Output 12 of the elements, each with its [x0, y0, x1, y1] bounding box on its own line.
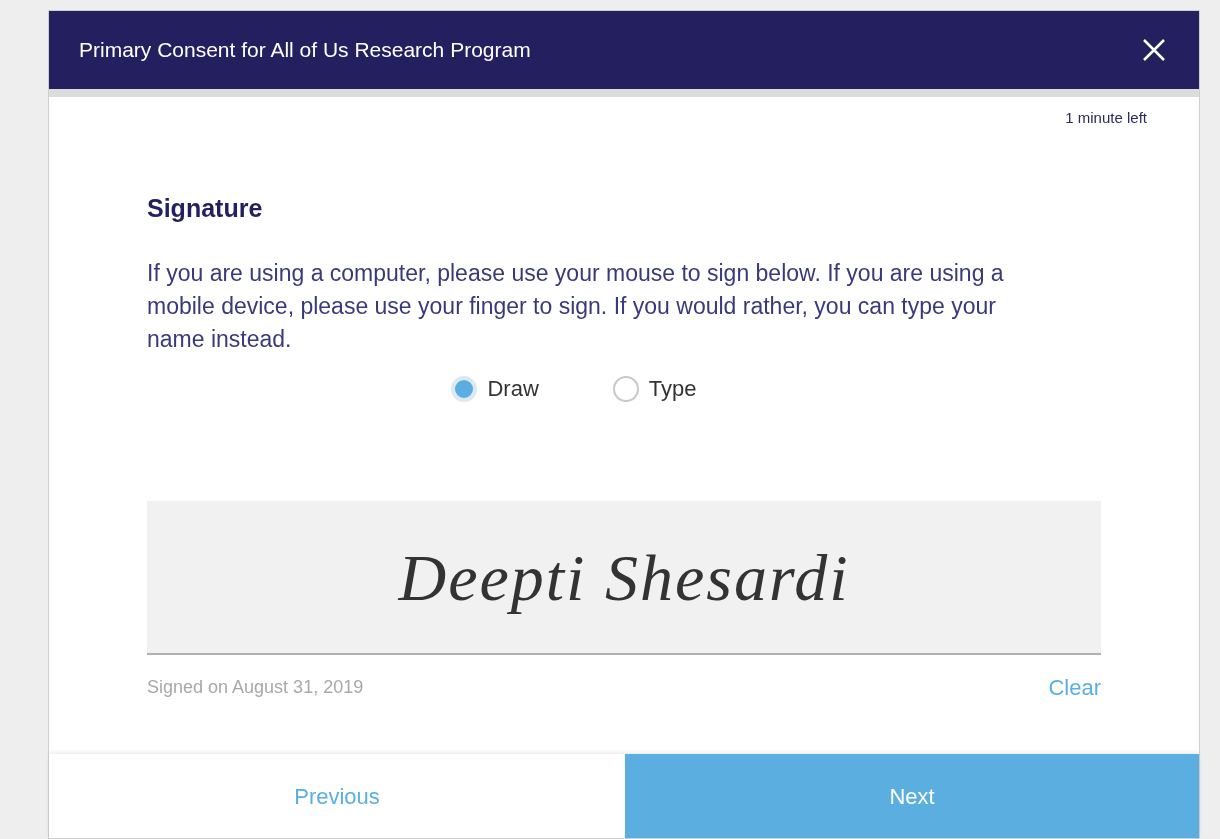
- radio-button[interactable]: [612, 375, 639, 402]
- signature-pad[interactable]: Deepti Shesardi: [147, 501, 1101, 655]
- close-icon: [1142, 38, 1166, 62]
- instructions: If you are using a computer, please use your mouse to sign below. If you are using a mobile device, please use your finger to sign. If you would rather, you can type your name instead.: [147, 259, 1005, 354]
- dialog-title: Primary Consent for All of Us Research Program: [79, 37, 531, 64]
- signature-text: Deepti Shesardi: [398, 539, 850, 616]
- section-heading: Signature: [147, 192, 264, 224]
- radio-option[interactable]: Draw: [451, 372, 539, 405]
- time-left: 1 minute left: [1065, 108, 1147, 128]
- radio-button[interactable]: [451, 375, 478, 402]
- radio-option[interactable]: Type: [612, 372, 697, 405]
- signed-date: Signed on August 31, 2019: [147, 676, 364, 699]
